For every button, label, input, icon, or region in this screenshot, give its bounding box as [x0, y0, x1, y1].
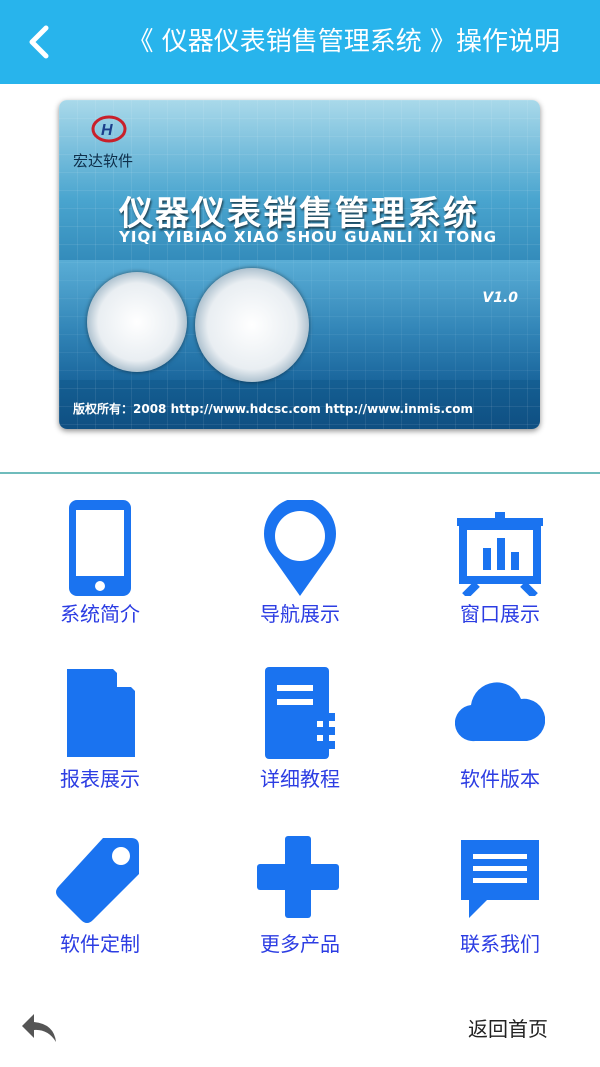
back-button[interactable] [18, 20, 62, 64]
menu-item-label: 导航展示 [260, 602, 340, 626]
menu-item-window[interactable]: 窗口展示 [400, 480, 600, 645]
banner-version: V1.0 [482, 290, 518, 306]
pressure-gauge-right [195, 268, 309, 382]
menu-item-version[interactable]: 软件版本 [400, 645, 600, 810]
section-divider [0, 472, 600, 474]
menu-item-reports[interactable]: 报表展示 [0, 645, 200, 810]
tag-icon [56, 838, 139, 923]
menu-item-label: 软件定制 [60, 932, 140, 956]
phone-icon [69, 500, 131, 596]
menu-item-contact[interactable]: 联系我们 [400, 810, 600, 975]
menu-item-label: 窗口展示 [460, 602, 540, 626]
document-icon [67, 669, 135, 757]
footer-back-button[interactable] [20, 1010, 58, 1046]
banner-copyright: 版权所有：2008 http://www.hdcsc.com http://ww… [73, 402, 473, 416]
pressure-gauge-left [87, 272, 187, 372]
menu-item-label: 系统简介 [60, 602, 140, 626]
home-button[interactable]: 返回首页 [468, 1013, 548, 1042]
cloud-icon [455, 682, 545, 742]
presentation-chart-icon [457, 512, 543, 596]
message-icon [461, 840, 539, 918]
menu-item-customization[interactable]: 软件定制 [0, 810, 200, 975]
menu-item-label: 详细教程 [260, 767, 340, 791]
reply-arrow-icon [22, 1014, 56, 1042]
chevron-left-icon [29, 25, 49, 59]
menu-item-system-intro[interactable]: 系统简介 [0, 480, 200, 645]
menu-item-tutorial[interactable]: 详细教程 [200, 645, 400, 810]
menu-item-label: 联系我们 [460, 932, 540, 956]
menu-item-label: 报表展示 [60, 767, 140, 791]
menu-item-label: 更多产品 [260, 932, 340, 956]
header-bar: 《 仪器仪表销售管理系统 》操作说明 [0, 0, 600, 84]
svg-text:H: H [101, 122, 113, 139]
menu-item-more-products[interactable]: 更多产品 [200, 810, 400, 975]
banner-company-name: 宏达软件 [73, 152, 134, 170]
plus-icon [257, 836, 339, 918]
company-logo-icon: H [91, 115, 127, 143]
product-banner-image: H 宏达软件 仪器仪表销售管理系统 YIQI YIBIAO XIAO SHOU … [59, 100, 540, 429]
banner-pinyin: YIQI YIBIAO XIAO SHOU GUANLI XI TONG [119, 228, 498, 246]
notebook-icon [265, 667, 335, 759]
map-pin-icon [264, 500, 336, 596]
page-title: 《 仪器仪表销售管理系统 》操作说明 [127, 27, 560, 57]
menu-item-navigation[interactable]: 导航展示 [200, 480, 400, 645]
menu-item-label: 软件版本 [460, 767, 540, 791]
